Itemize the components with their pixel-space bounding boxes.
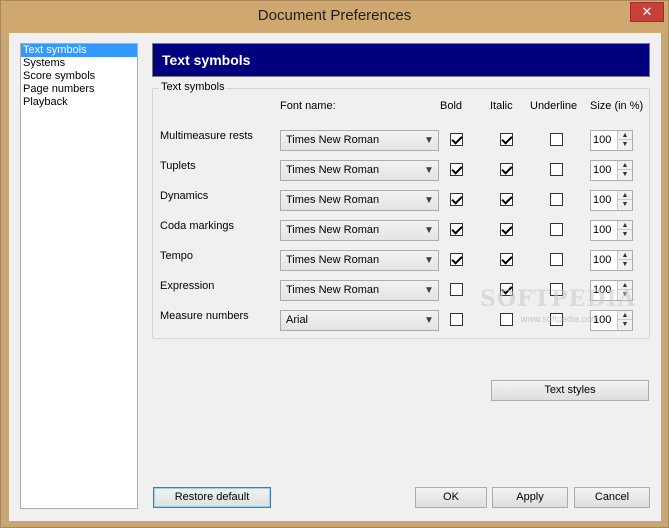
size-value: 100 — [593, 164, 612, 176]
arrow-down-icon[interactable]: ▼ — [618, 170, 632, 179]
chevron-down-icon: ▼ — [424, 255, 434, 266]
chevron-down-icon: ▼ — [424, 285, 434, 296]
arrow-up-icon[interactable]: ▲ — [618, 251, 632, 260]
column-header-font-name: Font name: — [280, 100, 336, 112]
column-header-size: Size (in %) — [590, 100, 644, 112]
category-list: Text symbols Systems Score symbols Page … — [20, 43, 138, 509]
row-label-expression: Expression — [160, 280, 215, 292]
chevron-down-icon: ▼ — [424, 195, 434, 206]
chevron-down-icon: ▼ — [424, 315, 434, 326]
underline-checkbox-multimeasure-rests[interactable] — [550, 133, 563, 146]
font-select-value: Times New Roman — [286, 164, 380, 176]
font-select-tempo[interactable]: Times New Roman ▼ — [280, 250, 439, 271]
font-select-measure-numbers[interactable]: Arial ▼ — [280, 310, 439, 331]
row-label-dynamics: Dynamics — [160, 190, 209, 202]
arrow-down-icon[interactable]: ▼ — [618, 140, 632, 149]
close-icon[interactable]: ✕ — [630, 2, 664, 22]
chevron-down-icon: ▼ — [424, 165, 434, 176]
font-select-value: Times New Roman — [286, 254, 380, 266]
softpedia-watermark-url: www.softpedia.com — [521, 314, 599, 324]
size-value: 100 — [593, 254, 612, 266]
text-styles-button[interactable]: Text styles — [491, 380, 649, 401]
apply-button[interactable]: Apply — [492, 487, 568, 508]
section-header-bar: Text symbols — [152, 43, 650, 77]
size-value: 100 — [593, 134, 612, 146]
italic-checkbox-tempo[interactable] — [500, 253, 513, 266]
italic-checkbox-tuplets[interactable] — [500, 163, 513, 176]
softpedia-watermark: SOFTPEDIA — [480, 286, 636, 312]
cancel-button[interactable]: Cancel — [574, 487, 650, 508]
arrow-up-icon[interactable]: ▲ — [618, 311, 632, 320]
font-select-expression[interactable]: Times New Roman ▼ — [280, 280, 439, 301]
row-label-measure-numbers: Measure numbers — [160, 310, 249, 322]
column-header-underline: Underline — [530, 100, 578, 112]
font-select-value: Times New Roman — [286, 284, 380, 296]
restore-default-button[interactable]: Restore default — [153, 487, 271, 508]
bold-checkbox-multimeasure-rests[interactable] — [450, 133, 463, 146]
size-spinner-coda-markings[interactable]: 100 ▲ ▼ — [590, 220, 633, 241]
row-label-coda-markings: Coda markings — [160, 220, 234, 232]
nav-item-text-symbols[interactable]: Text symbols — [21, 44, 137, 57]
bold-checkbox-tempo[interactable] — [450, 253, 463, 266]
underline-checkbox-tuplets[interactable] — [550, 163, 563, 176]
arrow-down-icon[interactable]: ▼ — [618, 320, 632, 329]
bold-checkbox-dynamics[interactable] — [450, 193, 463, 206]
size-spinner-tempo[interactable]: 100 ▲ ▼ — [590, 250, 633, 271]
font-select-coda-markings[interactable]: Times New Roman ▼ — [280, 220, 439, 241]
underline-checkbox-tempo[interactable] — [550, 253, 563, 266]
italic-checkbox-multimeasure-rests[interactable] — [500, 133, 513, 146]
document-preferences-window: Document Preferences ✕ Text symbols Syst… — [0, 0, 669, 528]
title-bar[interactable]: Document Preferences ✕ — [1, 1, 668, 33]
bold-checkbox-tuplets[interactable] — [450, 163, 463, 176]
bold-checkbox-measure-numbers[interactable] — [450, 313, 463, 326]
nav-item-playback[interactable]: Playback — [21, 96, 137, 109]
font-select-tuplets[interactable]: Times New Roman ▼ — [280, 160, 439, 181]
chevron-down-icon: ▼ — [424, 135, 434, 146]
size-spinner-dynamics[interactable]: 100 ▲ ▼ — [590, 190, 633, 211]
font-select-multimeasure-rests[interactable]: Times New Roman ▼ — [280, 130, 439, 151]
group-label: Text symbols — [159, 81, 227, 93]
arrow-up-icon[interactable]: ▲ — [618, 191, 632, 200]
font-select-value: Times New Roman — [286, 224, 380, 236]
size-spinner-tuplets[interactable]: 100 ▲ ▼ — [590, 160, 633, 181]
italic-checkbox-coda-markings[interactable] — [500, 223, 513, 236]
font-select-value: Arial — [286, 314, 309, 326]
column-header-italic: Italic — [490, 100, 513, 112]
size-value: 100 — [593, 194, 612, 206]
bold-checkbox-coda-markings[interactable] — [450, 223, 463, 236]
row-label-multimeasure-rests: Multimeasure rests — [160, 130, 253, 142]
column-header-bold: Bold — [440, 100, 463, 112]
arrow-down-icon[interactable]: ▼ — [618, 260, 632, 269]
italic-checkbox-measure-numbers[interactable] — [500, 313, 513, 326]
arrow-down-icon[interactable]: ▼ — [618, 230, 632, 239]
nav-item-page-numbers[interactable]: Page numbers — [21, 83, 137, 96]
arrow-down-icon[interactable]: ▼ — [618, 200, 632, 209]
underline-checkbox-coda-markings[interactable] — [550, 223, 563, 236]
underline-checkbox-dynamics[interactable] — [550, 193, 563, 206]
font-select-dynamics[interactable]: Times New Roman ▼ — [280, 190, 439, 211]
arrow-up-icon[interactable]: ▲ — [618, 131, 632, 140]
font-select-value: Times New Roman — [286, 134, 380, 146]
nav-item-systems[interactable]: Systems — [21, 57, 137, 70]
chevron-down-icon: ▼ — [424, 225, 434, 236]
dialog-client-area: Text symbols Systems Score symbols Page … — [9, 33, 661, 521]
font-select-value: Times New Roman — [286, 194, 380, 206]
size-spinner-multimeasure-rests[interactable]: 100 ▲ ▼ — [590, 130, 633, 151]
italic-checkbox-dynamics[interactable] — [500, 193, 513, 206]
ok-button[interactable]: OK — [415, 487, 487, 508]
arrow-up-icon[interactable]: ▲ — [618, 221, 632, 230]
size-value: 100 — [593, 224, 612, 236]
nav-item-score-symbols[interactable]: Score symbols — [21, 70, 137, 83]
section-title: Text symbols — [162, 52, 251, 68]
row-label-tuplets: Tuplets — [160, 160, 196, 172]
bold-checkbox-expression[interactable] — [450, 283, 463, 296]
window-title: Document Preferences — [257, 7, 412, 24]
arrow-up-icon[interactable]: ▲ — [618, 161, 632, 170]
row-label-tempo: Tempo — [160, 250, 194, 262]
